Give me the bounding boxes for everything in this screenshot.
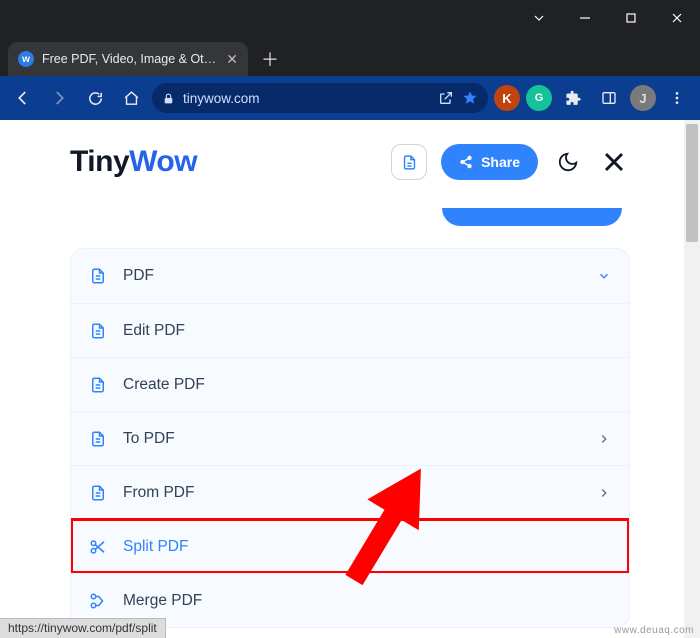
share-label: Share xyxy=(481,154,520,170)
logo-text-tiny: Tiny xyxy=(70,145,129,178)
new-tab-button[interactable]: ＋ xyxy=(256,45,284,73)
file-icon xyxy=(89,267,109,285)
file-icon xyxy=(89,376,109,394)
scrollbar-thumb[interactable] xyxy=(686,124,698,242)
menu-item-from-pdf[interactable]: From PDF xyxy=(71,465,629,519)
document-icon-button[interactable] xyxy=(391,144,427,180)
window-titlebar xyxy=(0,0,700,36)
menu-item-pdf[interactable]: PDF xyxy=(71,249,629,303)
reload-button[interactable] xyxy=(80,83,110,113)
menu-label: To PDF xyxy=(123,430,175,448)
window-dropdown-button[interactable] xyxy=(516,0,562,36)
watermark: www.deuaq.com xyxy=(614,625,694,636)
menu-item-split-pdf[interactable]: Split PDF xyxy=(71,519,629,573)
merge-icon xyxy=(89,592,109,610)
site-logo[interactable]: TinyWow xyxy=(70,145,197,179)
vertical-scrollbar[interactable] xyxy=(684,120,700,638)
menu-item-edit-pdf[interactable]: Edit PDF xyxy=(71,303,629,357)
address-bar[interactable]: tinywow.com xyxy=(152,83,488,113)
menu-item-to-pdf[interactable]: To PDF xyxy=(71,411,629,465)
logo-text-wow: Wow xyxy=(129,145,197,178)
file-icon xyxy=(89,430,109,448)
window-close-button[interactable] xyxy=(654,0,700,36)
share-page-icon[interactable] xyxy=(438,90,454,106)
bookmark-star-icon[interactable] xyxy=(462,90,478,106)
cropped-button[interactable] xyxy=(442,208,622,226)
back-button[interactable] xyxy=(8,83,38,113)
extensions-puzzle-icon[interactable] xyxy=(558,83,588,113)
page-viewport: TinyWow Share PDF Edit PDF xyxy=(0,120,700,638)
chrome-menu-button[interactable] xyxy=(662,83,692,113)
menu-label: Edit PDF xyxy=(123,322,185,340)
tab-favicon: w xyxy=(18,51,34,67)
window-minimize-button[interactable] xyxy=(562,0,608,36)
scissors-icon xyxy=(89,538,109,556)
tab-title: Free PDF, Video, Image & Other … xyxy=(42,52,218,66)
browser-tab[interactable]: w Free PDF, Video, Image & Other … ✕ xyxy=(8,42,248,76)
status-bar: https://tinywow.com/pdf/split xyxy=(0,618,166,638)
site-header: TinyWow Share xyxy=(70,144,630,180)
tab-close-icon[interactable]: ✕ xyxy=(226,51,238,68)
extension-grammarly-icon[interactable]: G xyxy=(526,85,552,111)
browser-toolbar: tinywow.com K G J xyxy=(0,76,700,120)
address-url: tinywow.com xyxy=(183,91,430,106)
lock-icon xyxy=(162,92,175,105)
tab-strip: w Free PDF, Video, Image & Other … ✕ ＋ xyxy=(0,36,700,76)
menu-item-create-pdf[interactable]: Create PDF xyxy=(71,357,629,411)
pdf-menu-card: PDF Edit PDF Create PDF To PDF From PDF xyxy=(70,248,630,628)
chevron-right-icon xyxy=(597,486,611,500)
window-maximize-button[interactable] xyxy=(608,0,654,36)
menu-label: From PDF xyxy=(123,484,194,502)
chevron-right-icon xyxy=(597,432,611,446)
file-icon xyxy=(89,484,109,502)
share-button[interactable]: Share xyxy=(441,144,538,180)
menu-label: Merge PDF xyxy=(123,592,202,610)
profile-avatar[interactable]: J xyxy=(630,85,656,111)
menu-label: PDF xyxy=(123,267,154,285)
status-url: https://tinywow.com/pdf/split xyxy=(8,621,157,635)
share-icon xyxy=(459,155,473,169)
dark-mode-toggle[interactable] xyxy=(552,146,584,178)
menu-label: Create PDF xyxy=(123,376,205,394)
side-panel-icon[interactable] xyxy=(594,83,624,113)
chevron-down-icon xyxy=(597,269,611,283)
home-button[interactable] xyxy=(116,83,146,113)
extension-k-icon[interactable]: K xyxy=(494,85,520,111)
forward-button[interactable] xyxy=(44,83,74,113)
menu-label: Split PDF xyxy=(123,538,188,556)
file-icon xyxy=(89,322,109,340)
close-modal-button[interactable] xyxy=(598,146,630,178)
